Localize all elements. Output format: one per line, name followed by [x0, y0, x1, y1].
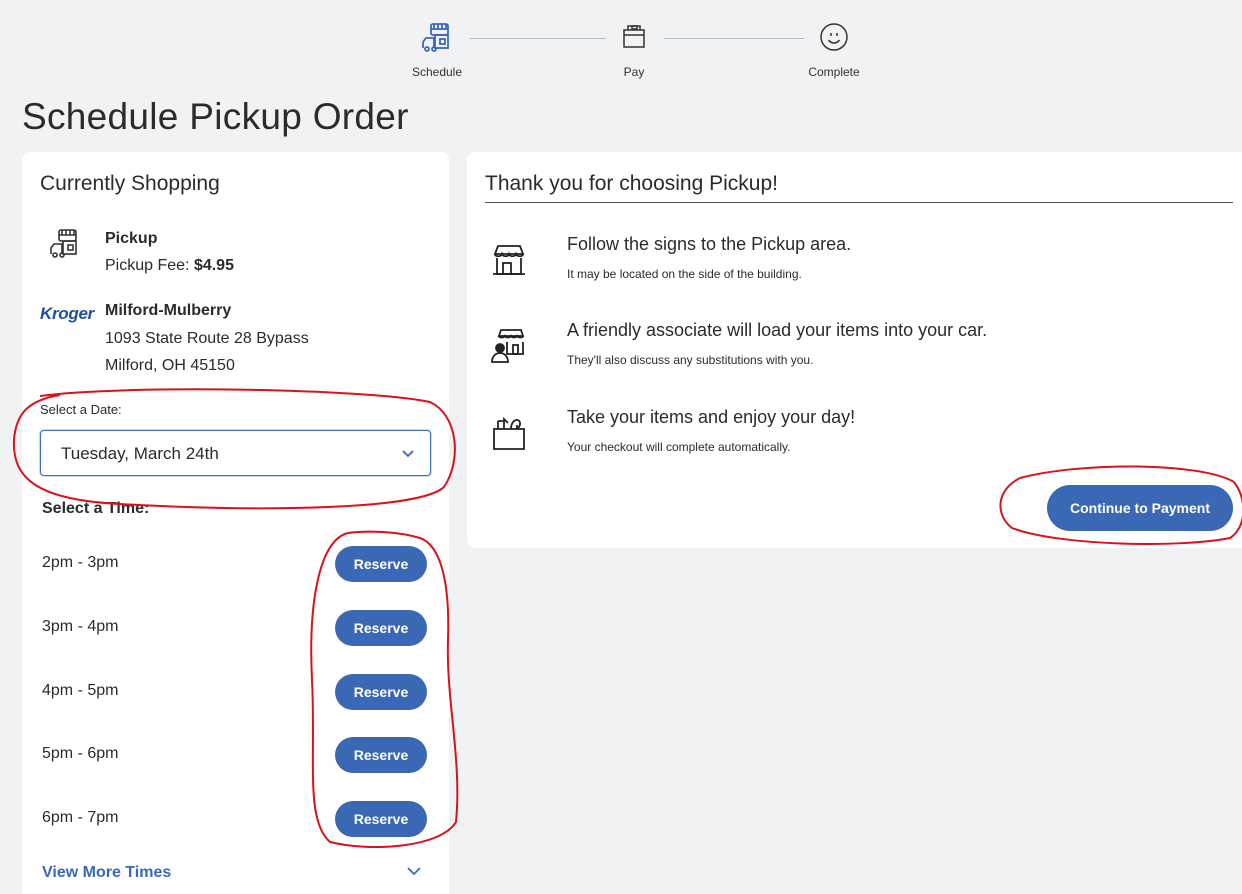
info-subtext: It may be located on the side of the bui…: [567, 267, 802, 281]
store-address-line2: Milford, OH 45150: [105, 357, 235, 374]
reserve-button[interactable]: Reserve: [335, 610, 427, 646]
reserve-button[interactable]: Reserve: [335, 546, 427, 582]
time-slot: 2pm - 3pm Reserve: [22, 544, 449, 584]
pickup-fee: Pickup Fee: $4.95: [105, 257, 234, 275]
associate-icon: [489, 326, 529, 371]
step-schedule: Schedule: [392, 20, 482, 79]
smiley-icon: [789, 20, 879, 59]
step-connector: [470, 38, 606, 39]
info-subtext: Your checkout will complete automaticall…: [567, 440, 791, 454]
info-item: Take your items and enjoy your day! Your…: [467, 407, 1242, 477]
info-heading: A friendly associate will load your item…: [567, 320, 988, 340]
step-label: Complete: [808, 65, 860, 79]
time-slot-label: 4pm - 5pm: [42, 682, 119, 699]
fulfillment-mode: Pickup: [105, 230, 158, 247]
store-address-line1: 1093 State Route 28 Bypass: [105, 330, 309, 347]
storefront-icon: [489, 240, 529, 285]
time-slot-label: 5pm - 6pm: [42, 745, 119, 762]
chevron-down-icon: [400, 445, 416, 466]
time-slot-label: 6pm - 7pm: [42, 809, 119, 826]
panel-title: Thank you for choosing Pickup!: [485, 172, 778, 195]
time-slot: 5pm - 6pm Reserve: [22, 735, 449, 775]
chevron-down-icon[interactable]: [405, 862, 423, 885]
info-item: Follow the signs to the Pickup area. It …: [467, 234, 1242, 304]
pickup-info-panel: Thank you for choosing Pickup! Follow th…: [467, 152, 1242, 548]
view-more-times-link[interactable]: View More Times: [42, 864, 171, 882]
step-label: Pay: [623, 65, 645, 79]
wallet-icon: [589, 20, 679, 59]
reserve-button[interactable]: Reserve: [335, 674, 427, 710]
time-slot: 3pm - 4pm Reserve: [22, 608, 449, 648]
kroger-logo: Kroger: [40, 304, 94, 323]
time-slot: 6pm - 7pm Reserve: [22, 799, 449, 839]
date-select[interactable]: Tuesday, March 24th: [40, 430, 431, 476]
checkout-progress-stepper: Schedule Pay Complete: [0, 0, 1242, 90]
divider: [485, 202, 1233, 203]
grocery-bag-icon: [489, 413, 529, 458]
date-label: Select a Date:: [40, 402, 122, 417]
currently-shopping-panel: Currently Shopping Pickup Pickup Fee: $4…: [22, 152, 449, 894]
step-label: Schedule: [411, 65, 463, 79]
page-title: Schedule Pickup Order: [22, 96, 409, 137]
pickup-store-icon: [392, 20, 482, 59]
step-pay: Pay: [589, 20, 679, 79]
time-slot: 4pm - 5pm Reserve: [22, 672, 449, 712]
selected-date: Tuesday, March 24th: [61, 444, 219, 463]
step-connector: [664, 38, 804, 39]
panel-title: Currently Shopping: [40, 172, 220, 195]
time-label: Select a Time:: [42, 500, 150, 517]
store-name: Milford-Mulberry: [105, 302, 232, 319]
time-slot-label: 2pm - 3pm: [42, 554, 119, 571]
info-heading: Take your items and enjoy your day!: [567, 407, 856, 427]
info-item: A friendly associate will load your item…: [467, 320, 1242, 390]
pickup-store-icon: [48, 226, 82, 265]
info-heading: Follow the signs to the Pickup area.: [567, 234, 852, 254]
reserve-button[interactable]: Reserve: [335, 737, 427, 773]
reserve-button[interactable]: Reserve: [335, 801, 427, 837]
pickup-fee-value: $4.95: [193, 257, 234, 274]
continue-to-payment-button[interactable]: Continue to Payment: [1047, 485, 1233, 531]
time-slot-label: 3pm - 4pm: [42, 618, 119, 635]
step-complete: Complete: [789, 20, 879, 79]
pickup-fee-label: Pickup Fee:: [105, 257, 190, 274]
info-subtext: They'll also discuss any substitutions w…: [567, 353, 814, 367]
